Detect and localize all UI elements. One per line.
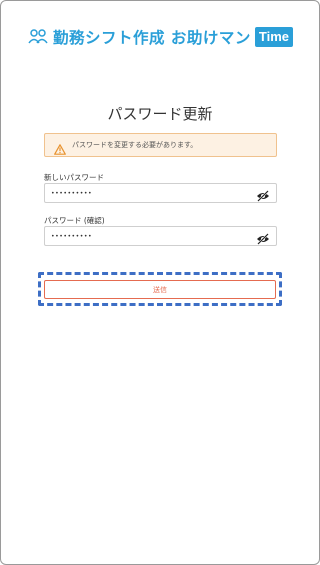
- app-header: 勤務シフト作成 お助けマン Time: [0, 25, 320, 49]
- page-title: パスワード更新: [107, 105, 213, 123]
- new-password-label: 新しいパスワード: [44, 173, 104, 182]
- brand-badge: Time: [254, 27, 293, 47]
- people-icon: [27, 26, 49, 48]
- alert-message: パスワードを変更する必要があります。: [72, 141, 198, 149]
- warning-alert: パスワードを変更する必要があります。: [44, 133, 277, 157]
- warning-icon: [54, 140, 66, 155]
- confirm-password-label: パスワード (確認): [44, 216, 105, 225]
- submit-button[interactable]: 送信: [44, 280, 276, 299]
- eye-off-icon[interactable]: [256, 230, 270, 245]
- confirm-password-input[interactable]: [51, 232, 256, 240]
- brand-name: 勤務シフト作成 お助けマン: [52, 29, 251, 47]
- new-password-field[interactable]: [44, 183, 277, 203]
- eye-off-icon[interactable]: [256, 187, 270, 202]
- new-password-input[interactable]: [51, 189, 256, 197]
- confirm-password-field[interactable]: [44, 226, 277, 246]
